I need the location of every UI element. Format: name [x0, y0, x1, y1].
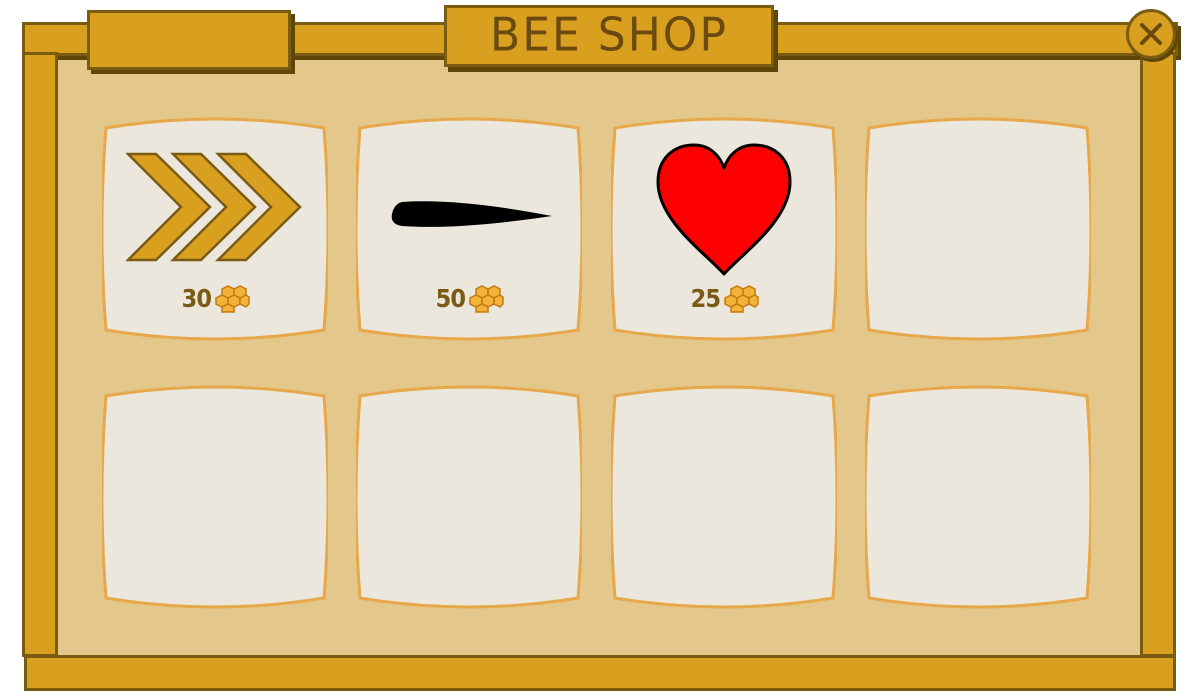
price-tag: 30 — [102, 284, 328, 313]
slot-card — [102, 385, 328, 609]
slot-card — [865, 385, 1091, 609]
price-tag: 50 — [356, 284, 582, 313]
heart-icon — [656, 143, 792, 276]
close-icon — [1140, 23, 1162, 45]
shop-title: BEE SHOP — [490, 8, 728, 63]
slot-card — [865, 117, 1091, 341]
shop-slot-6[interactable] — [356, 384, 582, 610]
slot-card — [611, 385, 837, 609]
title-plank: BEE SHOP — [444, 5, 774, 67]
shop-slot-8[interactable] — [865, 384, 1091, 610]
honeycomb-icon — [469, 284, 505, 313]
bee-shop-window: BEE SHOP 30 50 25 — [0, 0, 1200, 700]
shop-slot-3[interactable]: 25 — [611, 116, 837, 342]
frame-right-plank — [1140, 52, 1176, 657]
close-button[interactable] — [1126, 9, 1176, 59]
speed-chevrons-icon — [126, 152, 302, 262]
frame-tab-plank — [87, 10, 291, 70]
shop-slot-2[interactable]: 50 — [356, 116, 582, 342]
price-value: 30 — [181, 284, 211, 313]
price-tag: 25 — [611, 284, 837, 313]
price-value: 50 — [435, 284, 465, 313]
shop-slot-1[interactable]: 30 — [102, 116, 328, 342]
honeycomb-icon — [724, 284, 760, 313]
shop-slot-5[interactable] — [102, 384, 328, 610]
price-value: 25 — [690, 284, 720, 313]
shop-slot-7[interactable] — [611, 384, 837, 610]
honeycomb-icon — [215, 284, 251, 313]
frame-left-plank — [22, 52, 58, 657]
frame-bottom-plank — [24, 655, 1176, 691]
slot-card — [356, 385, 582, 609]
shop-slot-4[interactable] — [865, 116, 1091, 342]
stinger-icon — [391, 201, 552, 227]
